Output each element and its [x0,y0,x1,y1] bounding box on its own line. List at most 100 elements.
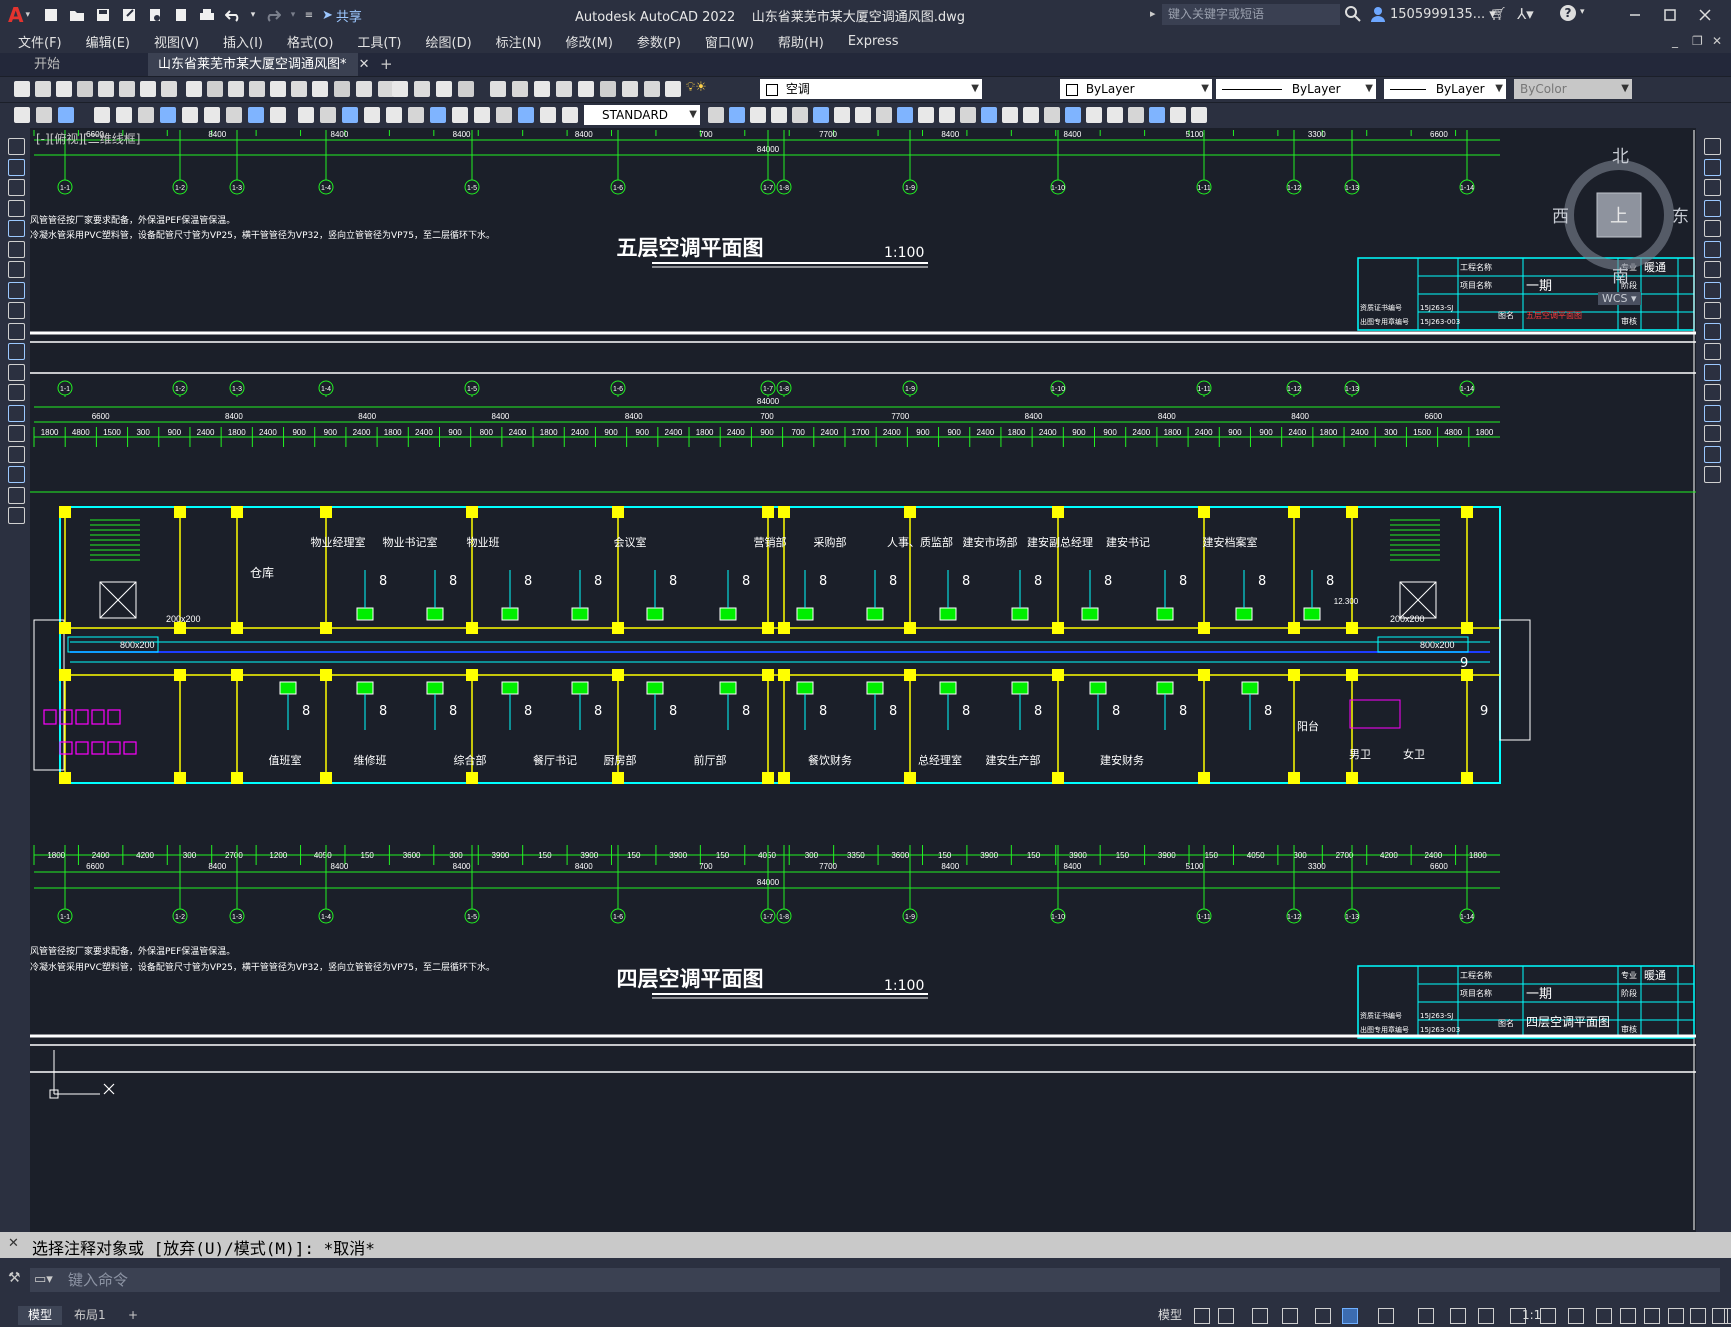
tab-close-icon[interactable]: ✕ [359,57,370,72]
save-as-icon[interactable] [118,4,140,26]
customize-qat-icon[interactable]: ≡ [302,4,316,26]
join-icon[interactable] [1704,404,1721,422]
viewcube-north[interactable]: 北 [1612,142,1629,167]
layout-tab-add[interactable]: + [118,1306,148,1325]
save-icon[interactable] [92,4,114,26]
dim-baseline-icon[interactable] [226,107,242,123]
drawing-canvas[interactable]: 1800 2400 4200 300 2700 1200 4050 150 3600 300 390… [30,130,1696,1230]
sheet-set-icon[interactable] [458,81,474,97]
ellipse-icon[interactable] [8,322,25,340]
menu-file[interactable]: 文件(F) [0,32,74,51]
quick-dim-icon[interactable] [1107,107,1123,123]
chamfer-icon[interactable] [1704,425,1721,442]
layer-properties-icon[interactable] [556,81,572,97]
array-icon[interactable] [1704,220,1721,237]
copy-icon[interactable] [496,107,512,123]
explode-icon[interactable] [918,107,934,123]
mirror-icon[interactable] [518,107,534,123]
pan-icon[interactable] [312,81,328,97]
publish-icon[interactable] [119,81,135,97]
redo-dropdown-icon[interactable]: ▾ [288,4,298,26]
fillet-icon[interactable] [1704,445,1721,463]
menu-dimension[interactable]: 标注(N) [484,32,554,51]
minimize-icon[interactable] [1620,0,1650,30]
dim-break-icon[interactable] [1191,107,1207,123]
plot-icon[interactable] [196,4,218,26]
dim-continue-icon[interactable] [1149,107,1165,123]
design-center-icon[interactable] [414,81,430,97]
selection-cycling-icon[interactable] [1478,1308,1494,1324]
dim-aligned-icon[interactable] [960,107,976,123]
preview-icon[interactable] [98,81,114,97]
region-icon[interactable] [8,466,25,483]
extend-icon[interactable] [813,107,829,123]
scale-icon[interactable] [1704,281,1721,299]
paste-icon[interactable] [207,81,223,97]
command-input[interactable]: ▭▾ 键入命令 [30,1268,1720,1292]
cad-drawing[interactable]: 1800 2400 4200 300 2700 1200 4050 150 3600 300 390… [30,130,1696,1230]
menu-tools[interactable]: 工具(T) [345,32,413,51]
cart-icon[interactable]: 🛒︎ [1490,7,1507,22]
dim-radius-icon[interactable] [1023,107,1039,123]
viewcube[interactable]: 北 南 东 西 上 WCS ▾ [1552,147,1689,305]
dim-text-edit-icon[interactable] [430,107,446,123]
layer-state-icon[interactable]: 💡︎☀︎ [686,80,707,95]
grid-icon[interactable] [1194,1308,1210,1324]
maximize-icon[interactable] [1655,0,1685,30]
dim-diameter-icon[interactable] [1065,107,1081,123]
dim-diameter-icon[interactable] [160,107,176,123]
offset-icon[interactable] [540,107,556,123]
chevron-right-icon[interactable]: ▸ [1150,7,1156,20]
arc-icon[interactable] [8,240,25,258]
polygon-icon[interactable] [8,199,25,217]
dim-space-icon[interactable] [270,107,286,123]
menu-format[interactable]: 格式(O) [275,32,345,51]
close-icon[interactable]: ✕ [8,1236,19,1251]
mirror-icon[interactable] [1704,179,1721,196]
help-icon[interactable] [534,81,550,97]
autodesk-app-icon[interactable]: ⅄▾ [1517,5,1534,23]
menu-parametric[interactable]: 参数(P) [625,32,693,51]
new-tab-button[interactable]: + [370,53,403,76]
annotation-scale[interactable]: 1:1 [1512,1306,1551,1325]
model-space-button[interactable]: 模型 [1148,1306,1192,1325]
user-icon[interactable] [1370,6,1386,26]
dim-jogged-icon[interactable] [138,107,154,123]
polar-icon[interactable] [1282,1308,1298,1324]
customize-icon[interactable] [1724,1308,1731,1324]
wrench-icon[interactable]: ⚒ [8,1270,21,1286]
new-icon[interactable] [578,81,594,97]
dim-continue-icon[interactable] [248,107,264,123]
line-icon[interactable] [8,138,25,155]
erase-icon[interactable] [1704,138,1721,155]
save-icon[interactable] [622,81,638,97]
inspect-icon[interactable] [364,107,380,123]
plot-icon[interactable] [644,81,660,97]
break-at-point-icon[interactable] [1704,363,1721,381]
move-icon[interactable] [708,107,724,123]
workspace-icon[interactable] [1568,1308,1584,1324]
menu-express[interactable]: Express [836,34,911,49]
dim-aligned-icon[interactable] [36,107,52,123]
explode-icon[interactable] [1704,466,1721,483]
ellipse-arc-icon[interactable] [8,343,25,360]
make-block-icon[interactable] [8,384,25,401]
menu-view[interactable]: 视图(V) [142,32,211,51]
join-icon[interactable] [855,107,871,123]
ortho-icon[interactable] [1252,1308,1268,1324]
new-icon[interactable] [14,81,30,97]
undo-icon[interactable] [222,4,244,26]
dim-arc-icon[interactable] [58,107,74,123]
app-menu-button[interactable]: A ▾ [2,3,36,27]
dim-angular-icon[interactable] [1086,107,1102,123]
dim-space-icon[interactable] [1170,107,1186,123]
layout-tab-layout1[interactable]: 布局1 [64,1306,116,1325]
object-snap-tracking-icon[interactable] [1342,1308,1358,1324]
isodraft-icon[interactable] [1315,1308,1331,1324]
spline-icon[interactable] [8,302,25,319]
break-icon[interactable] [1704,384,1721,401]
viewcube-east[interactable]: 东 [1672,202,1689,227]
dim-style-icon[interactable] [474,107,490,123]
circle-icon[interactable] [8,261,25,278]
color-dropdown[interactable]: ByLayer ▼ [1060,79,1212,99]
